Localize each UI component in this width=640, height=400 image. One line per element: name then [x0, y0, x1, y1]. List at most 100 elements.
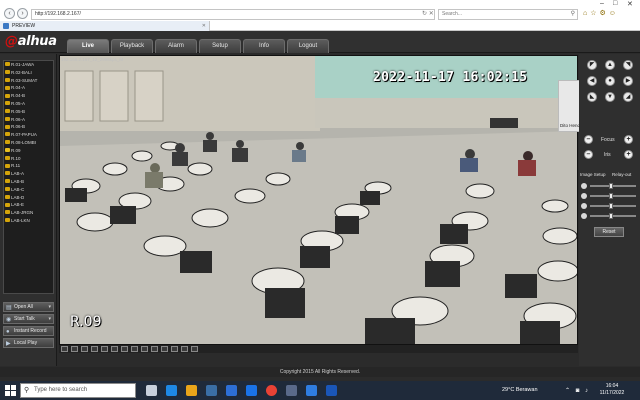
address-bar[interactable]: http://192.168.2.167/ [31, 9, 435, 20]
camera-list-item[interactable]: R.05-B [4, 108, 53, 116]
focus-minus-icon[interactable]: – [584, 135, 593, 144]
camera-list-item[interactable]: LAB-A [4, 170, 53, 178]
close-all-icon[interactable] [151, 346, 158, 352]
brightness-slider[interactable] [581, 182, 638, 190]
browser-tab[interactable]: PREVIEW ✕ [0, 21, 210, 31]
fullscreen-icon[interactable] [111, 346, 118, 352]
focus-plus-icon[interactable]: + [624, 135, 633, 144]
camera-list-item[interactable]: R.03-SUMAT [4, 77, 53, 85]
layout-custom-icon[interactable] [101, 346, 108, 352]
camera-list[interactable]: R.01-JAWA R.02-BALI R.03-SUMAT R.04-A R.04-B… [3, 60, 54, 294]
store-icon[interactable] [206, 385, 217, 396]
layout-16-icon[interactable] [91, 346, 98, 352]
zoom-app-icon[interactable] [306, 385, 317, 396]
forward-button[interactable]: › [17, 8, 28, 19]
maximize-icon[interactable]: □ [613, 0, 617, 7]
ptz-down-right-icon[interactable]: ◢ [623, 92, 633, 102]
camera-list-item[interactable]: R.05-A [4, 100, 53, 108]
ptz-left-icon[interactable]: ◀ [587, 76, 597, 86]
settings-icon[interactable] [191, 346, 198, 352]
taskbar-search-input[interactable]: ⚲ Type here to search [20, 383, 136, 398]
browser-search-input[interactable]: Search... ⚲ [438, 9, 578, 20]
camera-list-item[interactable]: LAB-JRGN [4, 209, 53, 217]
search-icon[interactable]: ⚲ [571, 10, 575, 19]
task-view-icon[interactable] [146, 385, 157, 396]
aspect-ratio-icon[interactable] [141, 346, 148, 352]
slider-handle[interactable] [609, 193, 613, 199]
live-video-feed[interactable] [59, 55, 578, 345]
camera-list-item[interactable]: R.09 [4, 147, 53, 155]
tab-setup[interactable]: Setup [199, 39, 241, 53]
tab-live[interactable]: Live [67, 39, 109, 53]
instant-record-button[interactable]: ● Instant Record [3, 326, 54, 336]
ptz-up-right-icon[interactable]: ◥ [623, 60, 633, 70]
refresh-icon[interactable]: ↻ ✕ [422, 10, 434, 17]
camera-list-item[interactable]: LAB-LKN [4, 217, 53, 225]
camera-list-item[interactable]: R.07-PAPUA [4, 131, 53, 139]
ptz-up-left-icon[interactable]: ◤ [587, 60, 597, 70]
chevron-down-icon[interactable]: ▾ [48, 303, 51, 311]
back-button[interactable]: ‹ [4, 8, 15, 19]
camera-list-item[interactable]: LAB-D [4, 194, 53, 202]
mail-icon[interactable] [226, 385, 237, 396]
slider-handle[interactable] [609, 183, 613, 189]
internet-explorer-icon[interactable] [246, 385, 257, 396]
hue-slider[interactable] [581, 212, 638, 220]
camera-list-item[interactable]: LAB-C [4, 186, 53, 194]
chevron-down-icon[interactable]: ▾ [48, 315, 51, 323]
tab-relay-out[interactable]: Relay-out [612, 170, 631, 179]
camera-list-item[interactable]: R.01-JAWA [4, 61, 53, 69]
ptz-right-icon[interactable]: ▶ [623, 76, 633, 86]
camera-list-item[interactable]: R.10 [4, 155, 53, 163]
camera-list-item[interactable]: R.04-A [4, 84, 53, 92]
camera-list-item[interactable]: R.06-B [4, 123, 53, 131]
minimize-icon[interactable]: – [600, 0, 604, 7]
audio-icon[interactable] [171, 346, 178, 352]
windows-start-icon[interactable] [5, 385, 16, 396]
browser-toolbar-icons[interactable]: ⌂☆⚙☺ [583, 9, 619, 17]
camera-list-item[interactable]: R.04-B [4, 92, 53, 100]
ptz-center-icon[interactable]: ● [605, 76, 615, 86]
system-tray-icons[interactable]: ⌃ ◙ ♪ [565, 387, 590, 394]
saturation-slider[interactable] [581, 202, 638, 210]
camera-list-item[interactable]: R.08-LOMBI [4, 139, 53, 147]
record-icon[interactable] [181, 346, 188, 352]
tab-info[interactable]: Info [243, 39, 285, 53]
app-icon[interactable] [286, 385, 297, 396]
tab-playback[interactable]: Playback [111, 39, 153, 53]
camera-list-item[interactable]: R.11 [4, 162, 53, 170]
chrome-icon[interactable] [266, 385, 277, 396]
tab-logout[interactable]: Logout [287, 39, 329, 53]
ptz-down-icon[interactable]: ▼ [605, 92, 615, 102]
contrast-slider[interactable] [581, 192, 638, 200]
taskbar-clock[interactable]: 16:04 11/17/2022 [596, 383, 628, 397]
edge-browser-icon[interactable] [166, 385, 177, 396]
layout-9-icon[interactable] [81, 346, 88, 352]
layout-1-icon[interactable] [61, 346, 68, 352]
stream-quality-icon[interactable] [161, 346, 168, 352]
local-play-button[interactable]: ▶ Local Play [3, 338, 54, 348]
slider-handle[interactable] [609, 213, 613, 219]
open-all-button[interactable]: ▤ Open All ▾ [3, 302, 54, 312]
layout-4-icon[interactable] [71, 346, 78, 352]
close-window-icon[interactable]: ✕ [627, 0, 633, 8]
word-icon[interactable] [326, 385, 337, 396]
ptz-up-icon[interactable]: ▲ [605, 60, 615, 70]
start-talk-button[interactable]: ◉ Start Talk ▾ [3, 314, 54, 324]
ptz-down-left-icon[interactable]: ◣ [587, 92, 597, 102]
tab-image-setup[interactable]: Image Setup [580, 170, 606, 179]
camera-list-item[interactable]: LAB-B [4, 178, 53, 186]
camera-list-item[interactable]: R.02-BALI [4, 69, 53, 77]
iris-plus-icon[interactable]: + [624, 150, 633, 159]
zoom-icon[interactable] [131, 346, 138, 352]
iris-minus-icon[interactable]: – [584, 150, 593, 159]
camera-list-item[interactable]: R.06-A [4, 116, 53, 124]
slider-handle[interactable] [609, 203, 613, 209]
snapshot-icon[interactable] [121, 346, 128, 352]
reset-button[interactable]: Reset [594, 227, 624, 237]
camera-list-item[interactable]: LAB-E [4, 201, 53, 209]
file-explorer-icon[interactable] [186, 385, 197, 396]
tab-alarm[interactable]: Alarm [155, 39, 197, 53]
tab-close-icon[interactable]: ✕ [202, 21, 206, 31]
weather-widget[interactable]: 29°C Berawan [502, 387, 538, 393]
